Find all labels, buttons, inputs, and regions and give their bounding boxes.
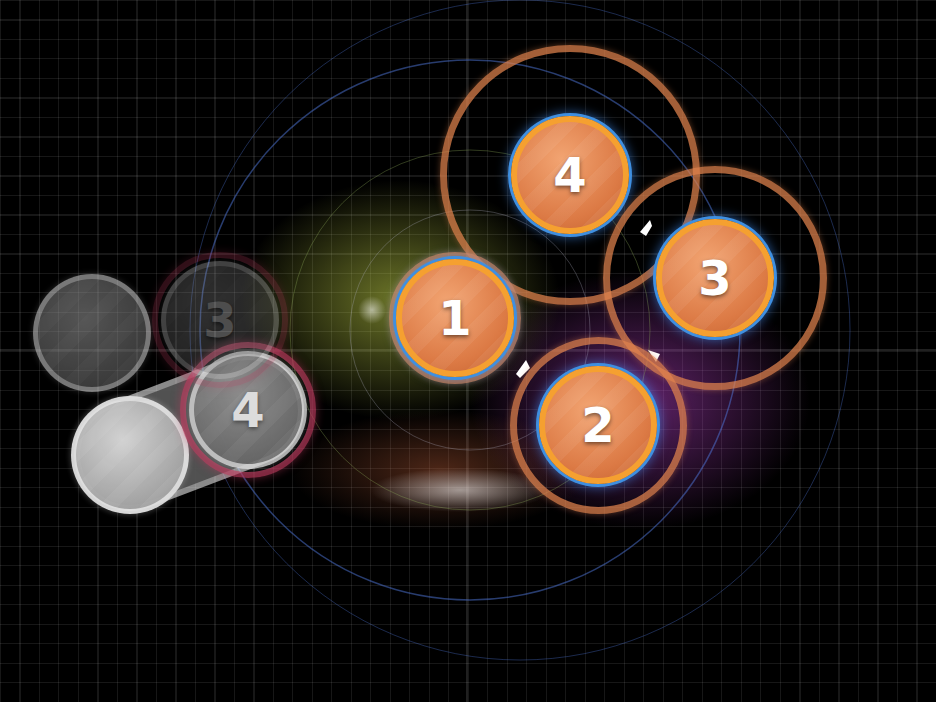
hit-circle[interactable]: 3 xyxy=(656,219,774,337)
hit-circle[interactable]: 4 xyxy=(511,116,629,234)
hit-object[interactable] xyxy=(71,396,189,514)
hit-object[interactable]: 1 xyxy=(396,259,514,377)
combo-number: 2 xyxy=(581,401,614,449)
hit-circle[interactable] xyxy=(71,396,189,514)
hit-object[interactable]: 3 xyxy=(161,261,279,379)
hit-object[interactable]: 4 xyxy=(511,116,629,234)
hit-circle[interactable]: 1 xyxy=(396,259,514,377)
hit-circle[interactable] xyxy=(33,274,151,392)
combo-number: 4 xyxy=(553,151,586,199)
hit-object[interactable]: 2 xyxy=(539,366,657,484)
playfield[interactable]: 1 2 3 4 3 4 xyxy=(0,0,936,702)
combo-number: 4 xyxy=(231,386,264,434)
hit-circle[interactable]: 2 xyxy=(539,366,657,484)
combo-number: 3 xyxy=(698,254,731,302)
hit-object[interactable] xyxy=(33,274,151,392)
combo-number: 1 xyxy=(438,294,471,342)
follow-point-icon xyxy=(516,360,530,378)
follow-point-icon xyxy=(640,220,652,236)
combo-number: 3 xyxy=(203,296,236,344)
follow-point-icon xyxy=(648,350,660,362)
hit-object[interactable]: 3 xyxy=(656,219,774,337)
hit-circle[interactable]: 3 xyxy=(161,261,279,379)
